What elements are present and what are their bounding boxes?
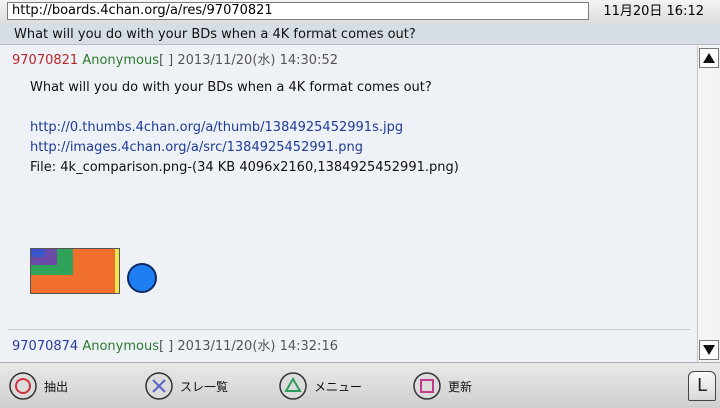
scroll-down-arrow-icon[interactable] xyxy=(699,340,719,360)
image-link[interactable]: http://images.4chan.org/a/src/1384925452… xyxy=(30,139,363,157)
thumb-link[interactable]: http://0.thumbs.4chan.org/a/thumb/138492… xyxy=(30,119,403,137)
clock: 11月20日 16:12 xyxy=(603,4,704,19)
attached-thumbnail[interactable] xyxy=(30,248,120,294)
circle-button-icon xyxy=(9,372,37,400)
thread-title-bar: What will you do with your BDs when a 4K… xyxy=(0,24,720,45)
post-divider xyxy=(8,329,690,330)
post-header: 97070821 Anonymous[ ] 2013/11/20(水) 14:3… xyxy=(12,52,338,70)
poster-name: Anonymous xyxy=(82,339,159,354)
url-field[interactable]: http://boards.4chan.org/a/res/97070821 xyxy=(7,2,589,20)
poster-name: Anonymous xyxy=(82,53,159,68)
vertical-scrollbar[interactable] xyxy=(697,46,719,362)
square-button[interactable]: 更新 xyxy=(412,371,472,401)
post-number[interactable]: 97070874 xyxy=(12,339,78,354)
circle-button-label: 抽出 xyxy=(44,379,69,394)
square-button-label: 更新 xyxy=(448,379,473,394)
file-info: File: 4k_comparison.png-(34 KB 4096x2160… xyxy=(30,160,459,175)
cross-button[interactable]: スレ一覧 xyxy=(144,371,228,401)
scroll-up-arrow-icon[interactable] xyxy=(699,48,719,68)
cross-button-label: スレ一覧 xyxy=(180,379,229,394)
cross-button-icon xyxy=(145,372,173,400)
post-flag: [ ] xyxy=(158,339,174,354)
l-shoulder-button[interactable]: L xyxy=(688,371,716,401)
blue-circle-image xyxy=(127,263,157,293)
thread-content: 97070821 Anonymous[ ] 2013/11/20(水) 14:3… xyxy=(0,46,694,362)
post-header: 97070874 Anonymous[ ] 2013/11/20(水) 14:3… xyxy=(12,338,338,356)
post-body: What will you do with your BDs when a 4K… xyxy=(30,80,432,95)
square-button-icon xyxy=(413,372,441,400)
browser-top-bar: http://boards.4chan.org/a/res/97070821 1… xyxy=(0,0,720,25)
post-date: 2013/11/20(水) 14:30:52 xyxy=(177,53,338,68)
triangle-button[interactable]: メニュー xyxy=(278,371,362,401)
triangle-button-icon xyxy=(279,372,307,400)
controller-button-bar: 抽出 スレ一覧 メニュー 更新 L xyxy=(0,362,720,408)
post-date: 2013/11/20(水) 14:32:16 xyxy=(177,339,338,354)
triangle-button-label: メニュー xyxy=(314,379,363,394)
circle-button[interactable]: 抽出 xyxy=(8,371,68,401)
post-flag: [ ] xyxy=(158,53,174,68)
post-number[interactable]: 97070821 xyxy=(12,53,78,68)
